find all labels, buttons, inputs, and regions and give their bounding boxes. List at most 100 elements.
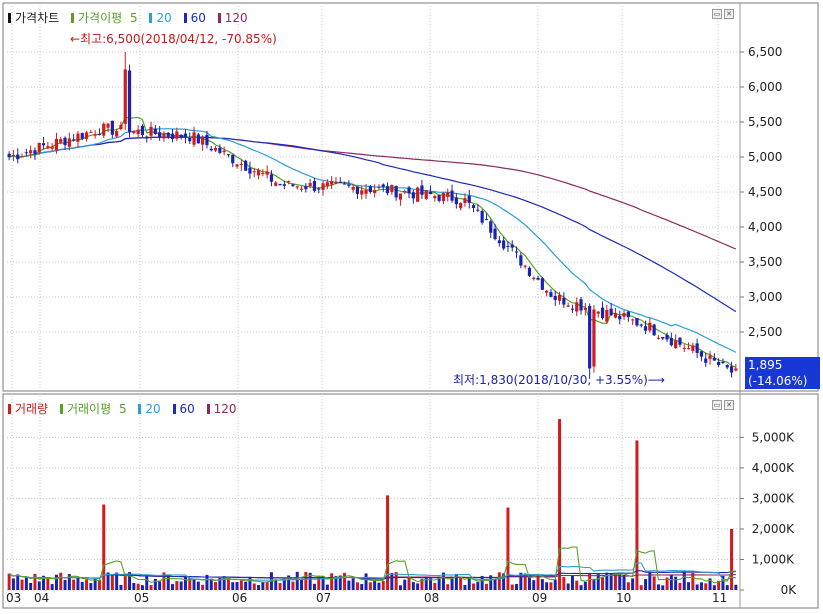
candle-body bbox=[661, 336, 665, 339]
volume-bar bbox=[398, 585, 402, 590]
candle-body bbox=[16, 154, 20, 160]
candle-body bbox=[205, 134, 209, 146]
candle-body bbox=[226, 154, 231, 156]
volume-ma60-label: 60 bbox=[172, 402, 199, 416]
candle-body bbox=[717, 361, 721, 366]
volume-bar bbox=[618, 574, 622, 590]
volume-bar bbox=[196, 581, 200, 590]
candle-body bbox=[50, 146, 54, 149]
candle-body bbox=[570, 308, 575, 310]
candle-body bbox=[588, 305, 592, 369]
candle-body bbox=[59, 139, 63, 143]
candle-body bbox=[566, 305, 570, 307]
volume-bar bbox=[257, 585, 261, 590]
volume-bar bbox=[373, 580, 377, 590]
volume-bar bbox=[704, 583, 708, 590]
candle-body bbox=[347, 184, 351, 186]
volume-bar bbox=[678, 582, 682, 590]
volume-bar bbox=[403, 579, 407, 590]
candle-body bbox=[446, 192, 450, 197]
candle-body bbox=[192, 132, 196, 145]
candle-body bbox=[502, 240, 506, 249]
candle-body bbox=[592, 309, 596, 367]
minimize-icon[interactable]: ▭ bbox=[712, 400, 722, 410]
candle-body bbox=[252, 171, 256, 173]
volume-bar bbox=[183, 576, 187, 590]
volume-bar bbox=[235, 582, 239, 590]
volume-bar bbox=[7, 573, 11, 590]
candle-body bbox=[721, 361, 725, 363]
volume-bar bbox=[261, 582, 265, 590]
candle-body bbox=[334, 181, 338, 184]
candle-body bbox=[282, 184, 286, 186]
volume-bar bbox=[558, 419, 562, 590]
candle-body bbox=[613, 312, 618, 318]
volume-bar bbox=[674, 576, 678, 590]
candle-body bbox=[373, 190, 377, 193]
candle-body bbox=[80, 133, 84, 139]
candle-body bbox=[635, 318, 639, 326]
candle-body bbox=[145, 136, 149, 138]
candle-body bbox=[639, 324, 643, 326]
volume-bar bbox=[132, 582, 136, 590]
volume-bar bbox=[394, 572, 398, 590]
x-tick-label: 08 bbox=[424, 591, 439, 605]
volume-bar bbox=[579, 585, 583, 590]
volume-bar bbox=[364, 573, 368, 590]
candle-body bbox=[734, 368, 738, 371]
stock-chart[interactable]: 6,500 6,000 5,500 5,000 4,500 4,000 3,500 3,000… bbox=[0, 0, 823, 611]
price-series-title: 가격차트 bbox=[8, 9, 63, 26]
candle-body bbox=[127, 70, 132, 133]
volume-bar bbox=[695, 584, 699, 590]
volume-bar bbox=[149, 585, 153, 590]
volume-bar bbox=[300, 578, 304, 590]
candle-body bbox=[299, 188, 304, 190]
candle-body bbox=[231, 154, 235, 164]
volume-y-tick: 4,000K bbox=[752, 461, 795, 475]
minimize-icon[interactable]: ▭ bbox=[712, 9, 722, 19]
volume-bar bbox=[295, 571, 299, 590]
candle-body bbox=[183, 133, 188, 138]
volume-bar bbox=[656, 584, 660, 590]
volume-bar bbox=[158, 581, 162, 590]
volume-bar bbox=[583, 581, 587, 590]
candle-body bbox=[433, 196, 437, 199]
candle-body bbox=[291, 184, 295, 187]
x-tick-label: 05 bbox=[134, 591, 149, 605]
candle-body bbox=[274, 182, 278, 186]
close-icon[interactable]: ✕ bbox=[724, 400, 734, 410]
volume-bar bbox=[291, 581, 295, 590]
candle-body bbox=[437, 195, 441, 201]
volume-bar bbox=[699, 582, 703, 590]
candle-body bbox=[278, 184, 282, 186]
candle-body bbox=[239, 163, 243, 165]
volume-bar bbox=[601, 577, 605, 590]
price-y-tick: 3,000 bbox=[748, 290, 782, 304]
candle-body bbox=[557, 294, 562, 301]
volume-bar bbox=[459, 577, 463, 590]
volume-bar bbox=[145, 574, 149, 590]
volume-bar bbox=[411, 581, 415, 590]
volume-bar bbox=[725, 585, 729, 590]
volume-bar bbox=[136, 583, 140, 590]
candle-body bbox=[149, 126, 153, 136]
candle-body bbox=[450, 190, 454, 201]
price-y-tick: 2,500 bbox=[748, 325, 782, 339]
price-ma20-label: 20 bbox=[149, 11, 175, 25]
candle-body bbox=[600, 307, 605, 319]
close-icon[interactable]: ✕ bbox=[724, 9, 734, 19]
volume-bar bbox=[54, 574, 58, 590]
candle-body bbox=[523, 265, 527, 267]
candle-body bbox=[729, 366, 734, 373]
candle-body bbox=[256, 170, 261, 176]
candle-body bbox=[514, 251, 519, 253]
candle-body bbox=[170, 133, 175, 139]
volume-bar bbox=[153, 578, 157, 590]
volume-bar bbox=[312, 583, 316, 590]
volume-y-tick: 1,000K bbox=[752, 552, 795, 566]
volume-bar bbox=[661, 585, 665, 590]
price-y-tick: 3,500 bbox=[748, 255, 782, 269]
candle-body bbox=[355, 186, 360, 194]
candle-body bbox=[416, 187, 420, 202]
candle-body bbox=[63, 137, 67, 146]
